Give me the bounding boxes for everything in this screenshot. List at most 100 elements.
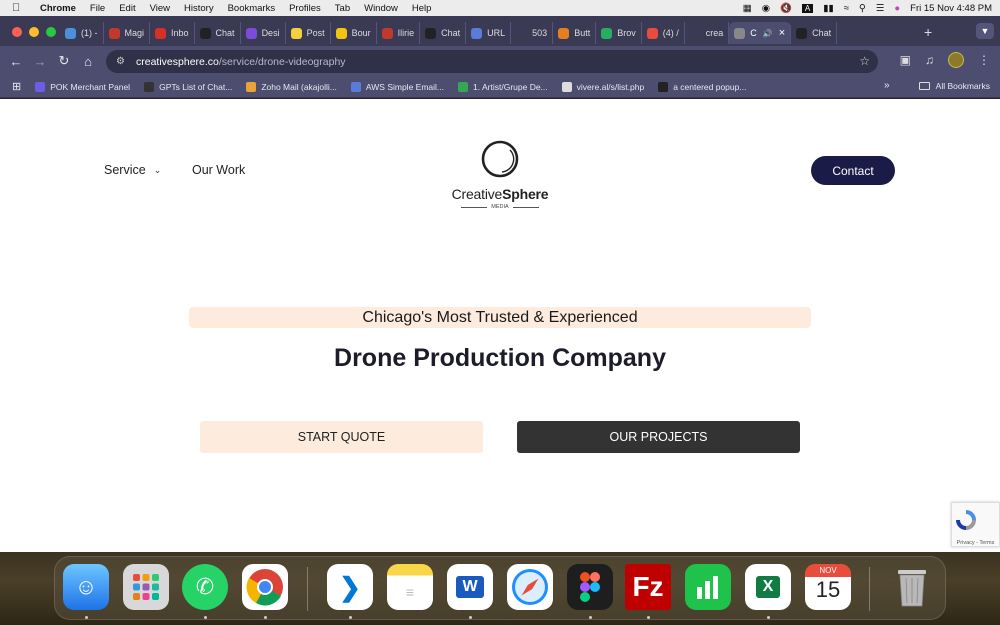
recaptcha-text[interactable]: Privacy - Terms xyxy=(952,540,999,546)
wifi-icon[interactable]: ≈ xyxy=(844,3,849,14)
menu-clock[interactable]: Fri 15 Nov 4:48 PM xyxy=(910,3,992,14)
profile-avatar[interactable] xyxy=(948,52,964,68)
browser-tab[interactable]: Brov xyxy=(596,22,642,44)
browser-tab[interactable]: Ilirie xyxy=(377,22,421,44)
extensions-icon[interactable]: ▣ xyxy=(900,53,911,67)
browser-tab[interactable]: URL xyxy=(466,22,512,44)
menu-edit[interactable]: Edit xyxy=(119,3,135,14)
menu-history[interactable]: History xyxy=(184,3,214,14)
running-indicator xyxy=(204,616,207,619)
finder-icon[interactable]: ☺ xyxy=(63,564,109,610)
site-info-icon[interactable]: ⚙ xyxy=(116,56,128,68)
safari-icon[interactable] xyxy=(507,564,553,610)
reload-button[interactable]: ↻ xyxy=(52,53,76,69)
mute-icon[interactable]: 🔇 xyxy=(780,3,792,14)
bookmark-label: AWS Simple Email... xyxy=(365,81,444,92)
menu-view[interactable]: View xyxy=(150,3,170,14)
hero-headline: Drone Production Company xyxy=(334,344,666,372)
bookmark-item[interactable]: AWS Simple Email... xyxy=(350,81,444,92)
browser-tab[interactable]: Magi xyxy=(104,22,151,44)
launchpad-icon[interactable] xyxy=(123,564,169,610)
browser-tab[interactable]: Chat xyxy=(420,22,467,44)
browser-tab[interactable]: (1) - xyxy=(60,22,104,44)
url-text[interactable]: creativesphere.co/service/drone-videogra… xyxy=(136,56,346,68)
all-bookmarks-button[interactable]: All Bookmarks xyxy=(918,81,990,91)
battery-icon[interactable]: ▮▮ xyxy=(823,3,833,14)
chrome-toolbar: ← → ↻ ⌂ ⚙ creativesphere.co/service/dron… xyxy=(0,46,1000,76)
notes-icon[interactable]: ≡ xyxy=(387,564,433,610)
back-button[interactable]: ← xyxy=(4,54,28,69)
bookmark-label: GPTs List of Chat... xyxy=(159,81,233,92)
browser-tab[interactable]: C 🔊 × xyxy=(729,22,792,44)
home-button[interactable]: ⌂ xyxy=(76,54,100,69)
browser-tab[interactable]: (4) / xyxy=(642,22,685,44)
menu-profiles[interactable]: Profiles xyxy=(289,3,321,14)
more-bookmarks-icon[interactable]: » xyxy=(884,80,890,91)
keyboard-a-icon[interactable]: A xyxy=(801,3,814,13)
bookmark-item[interactable]: 1. Artist/Grupe De... xyxy=(458,81,548,92)
browser-tab[interactable]: 503 xyxy=(511,22,554,44)
nav-our-work-link[interactable]: Our Work xyxy=(192,163,245,177)
whatsapp-icon[interactable]: ✆ xyxy=(182,564,228,610)
nav-service-dropdown[interactable]: Service ⌄ xyxy=(104,163,161,177)
menu-bookmarks[interactable]: Bookmarks xyxy=(228,3,276,14)
search-icon[interactable]: ⚲ xyxy=(859,3,866,14)
bookmark-label: 1. Artist/Grupe De... xyxy=(473,81,548,92)
status-icon-1[interactable]: ▦ xyxy=(743,3,752,14)
start-quote-button[interactable]: START QUOTE xyxy=(200,421,483,453)
site-logo[interactable]: CreativeSphere MEDIA xyxy=(448,139,552,210)
audio-playing-icon[interactable]: 🔊 xyxy=(763,29,773,38)
trash-icon[interactable] xyxy=(889,564,935,610)
excel-icon[interactable]: X xyxy=(745,564,791,610)
browser-tab[interactable]: crea xyxy=(685,22,730,44)
contact-button[interactable]: Contact xyxy=(811,156,895,185)
menu-app-name[interactable]: Chrome xyxy=(40,3,76,14)
browser-tab[interactable]: Chat xyxy=(791,22,838,44)
browser-tab[interactable]: Desi xyxy=(241,22,286,44)
numbers-icon[interactable] xyxy=(685,564,731,610)
chrome-icon[interactable] xyxy=(242,564,288,610)
bookmark-item[interactable]: POK Merchant Panel xyxy=(35,81,130,92)
bookmark-item[interactable]: vivere.al/s/list.php xyxy=(561,81,644,92)
maximize-window-button[interactable] xyxy=(46,27,56,37)
tab-label: URL xyxy=(487,28,506,38)
new-tab-button[interactable]: + xyxy=(924,24,932,40)
bookmark-item[interactable]: GPTs List of Chat... xyxy=(144,81,233,92)
bookmark-star-icon[interactable]: ☆ xyxy=(859,54,870,68)
apps-grid-icon[interactable]: ⊞ xyxy=(12,80,21,93)
bookmark-item[interactable]: a centered popup... xyxy=(658,81,746,92)
control-center-icon[interactable]: ☰ xyxy=(876,3,885,14)
chrome-menu-icon[interactable]: ⋮ xyxy=(978,53,990,67)
media-controls-icon[interactable]: ♫ xyxy=(925,53,934,67)
recaptcha-badge[interactable]: Privacy - Terms xyxy=(951,502,1000,547)
browser-tab[interactable]: Inbo xyxy=(150,22,195,44)
forward-button[interactable]: → xyxy=(28,54,52,69)
browser-tab[interactable]: Post xyxy=(286,22,331,44)
filezilla-icon[interactable]: Fz xyxy=(625,564,671,610)
macos-menu-bar:  Chrome File Edit View History Bookmark… xyxy=(0,0,1000,16)
close-window-button[interactable] xyxy=(12,27,22,37)
address-bar[interactable]: ⚙ creativesphere.co/service/drone-videog… xyxy=(106,50,878,73)
tab-search-dropdown[interactable]: ▼ xyxy=(976,23,994,39)
browser-tab[interactable]: Butt xyxy=(553,22,597,44)
menu-file[interactable]: File xyxy=(90,3,105,14)
menu-window[interactable]: Window xyxy=(364,3,398,14)
running-indicator xyxy=(647,616,650,619)
tab-label: Desi xyxy=(261,28,280,38)
our-projects-button[interactable]: OUR PROJECTS xyxy=(517,421,800,453)
apple-menu-icon[interactable]:  xyxy=(12,2,26,14)
calendar-icon[interactable]: NOV 15 xyxy=(805,564,851,610)
minimize-window-button[interactable] xyxy=(29,27,39,37)
vscode-icon[interactable]: ❯ xyxy=(327,564,373,610)
menu-help[interactable]: Help xyxy=(412,3,432,14)
siri-icon[interactable]: ● xyxy=(894,3,900,14)
close-tab-icon[interactable]: × xyxy=(779,27,785,39)
browser-tab[interactable]: Bour xyxy=(331,22,377,44)
tab-favicon-icon xyxy=(516,27,528,39)
shazam-icon[interactable]: ◉ xyxy=(762,3,770,14)
figma-icon[interactable] xyxy=(567,564,613,610)
word-icon[interactable]: W xyxy=(447,564,493,610)
browser-tab[interactable]: Chat xyxy=(195,22,241,44)
bookmark-item[interactable]: Zoho Mail (akajolli... xyxy=(246,81,337,92)
menu-tab[interactable]: Tab xyxy=(335,3,350,14)
